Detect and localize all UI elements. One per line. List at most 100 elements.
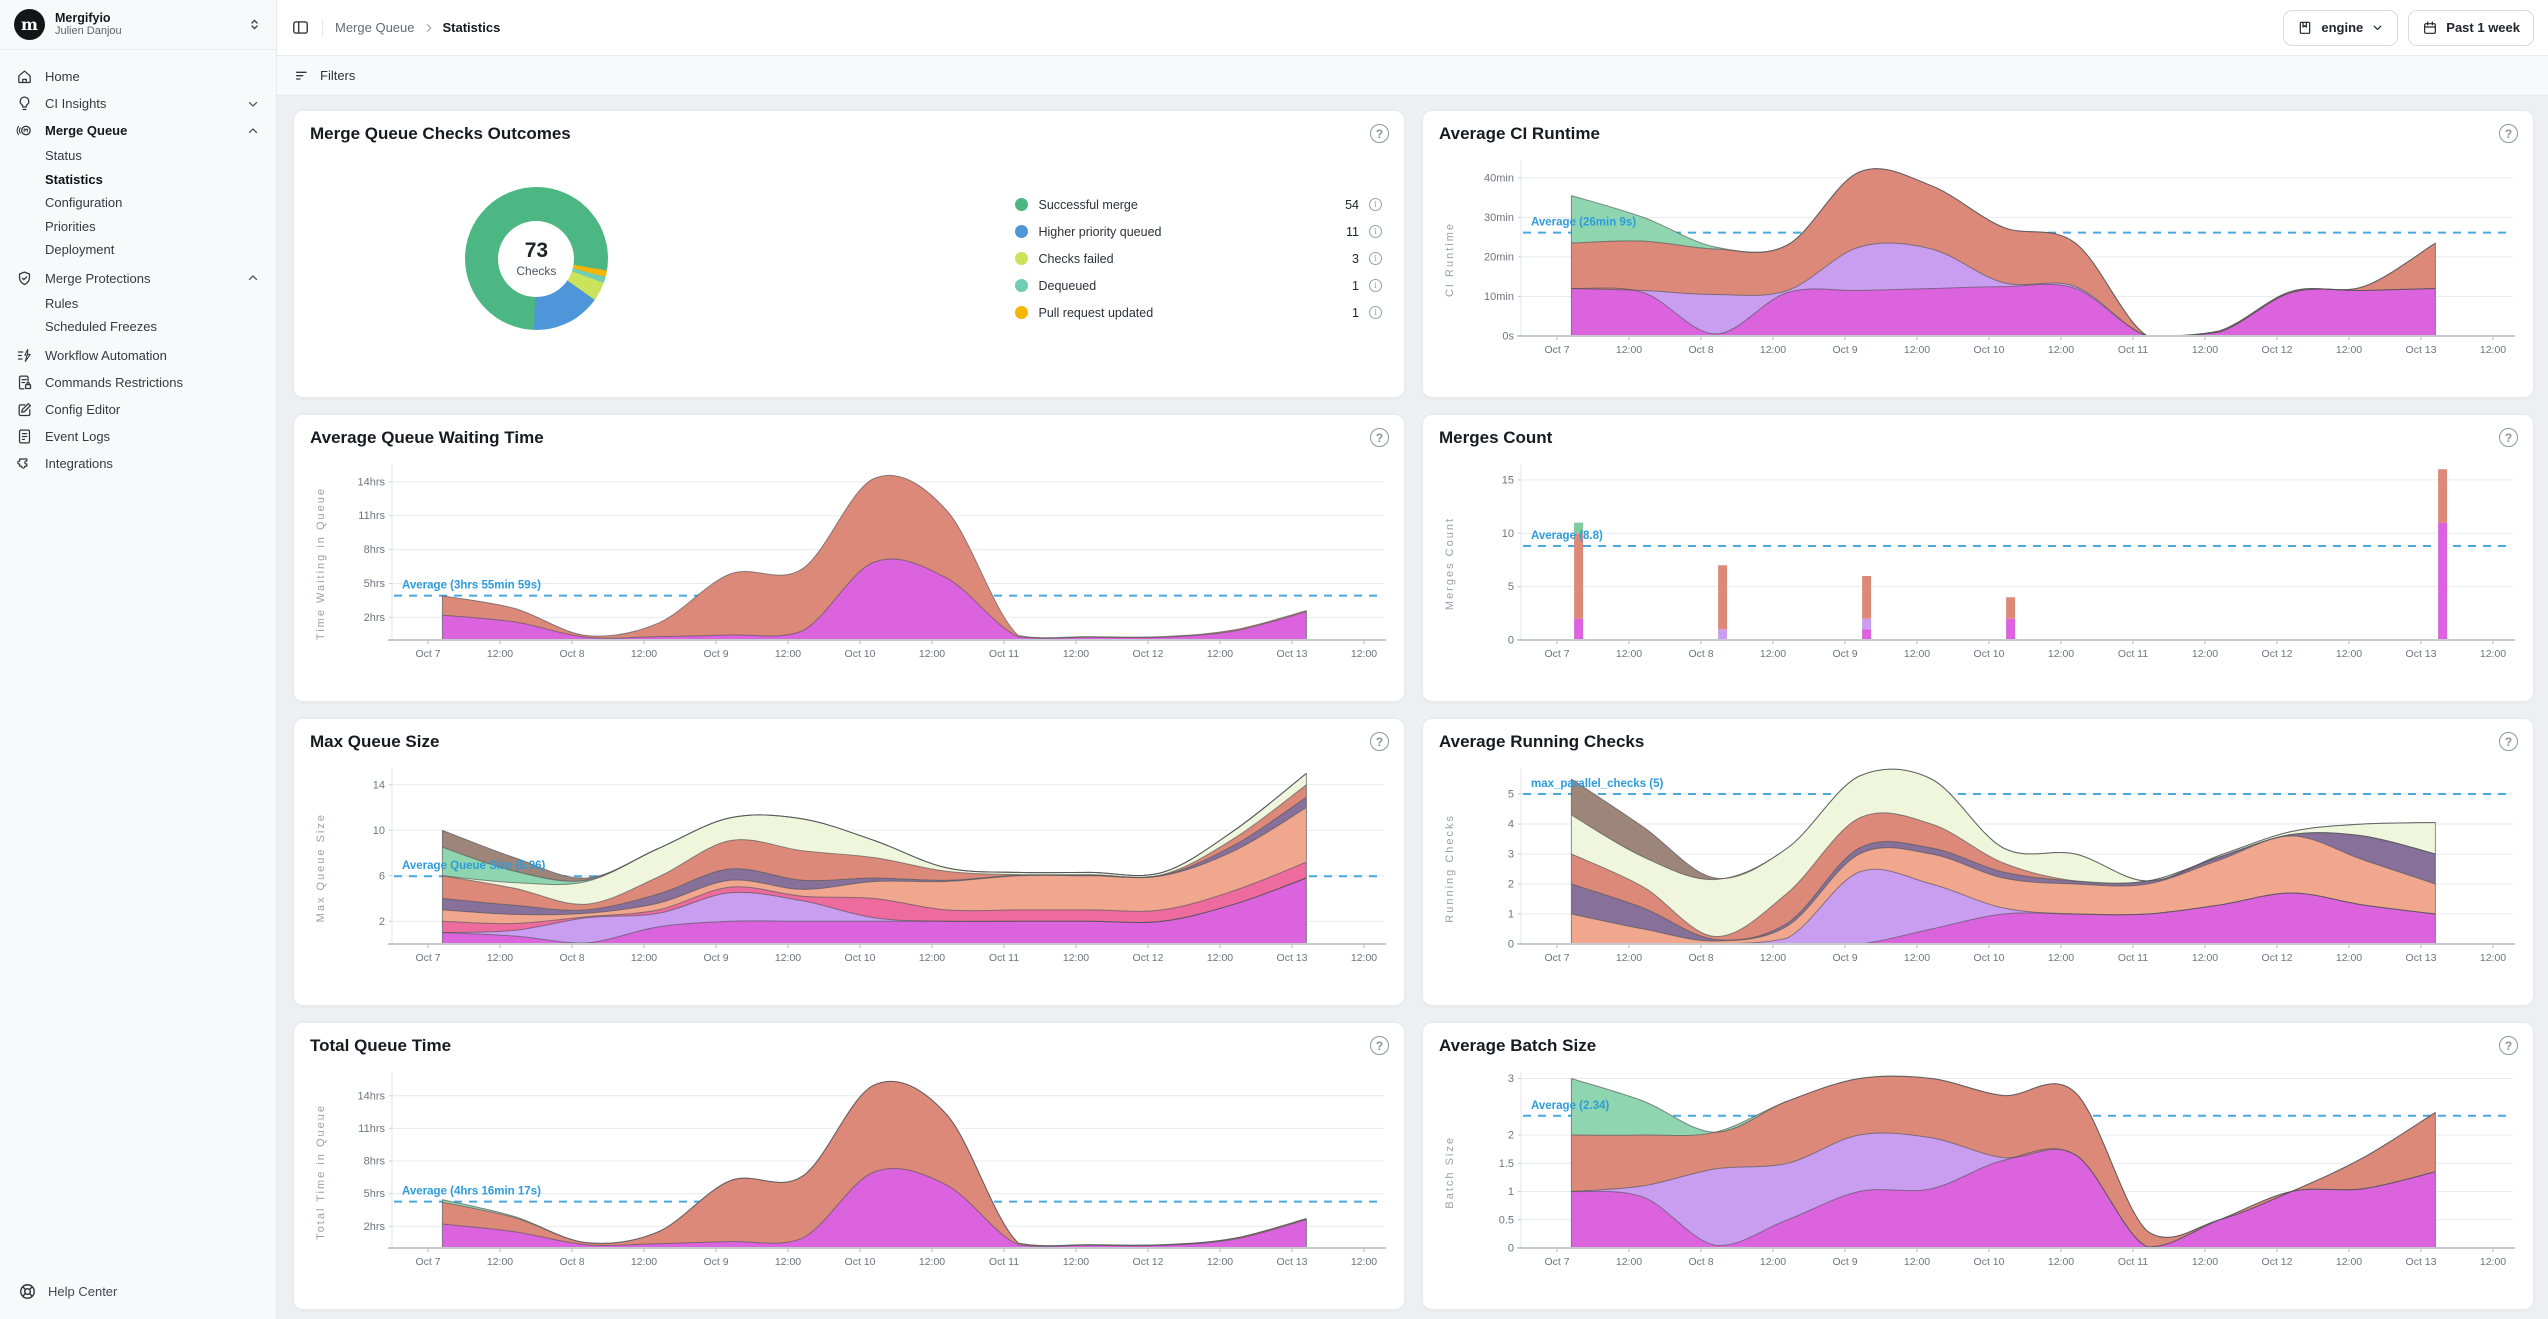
card-title: Average Running Checks [1439, 732, 2517, 752]
checks-outcomes-donut-chart[interactable]: 73 Checks [465, 187, 608, 330]
org-selector[interactable]: m Mergifyio Julien Danjou [0, 0, 276, 50]
y-tick-label: 10min [1484, 291, 1514, 303]
legend-label: Pull request updated [1038, 306, 1342, 320]
x-tick-label: 12:00 [2336, 344, 2362, 356]
breadcrumb-merge-queue[interactable]: Merge Queue [335, 20, 415, 35]
help-icon[interactable]: ? [1370, 124, 1389, 143]
x-tick-label: 12:00 [487, 1256, 513, 1268]
running-checks-chart[interactable]: 012345Oct 712:00Oct 812:00Oct 912:00Oct … [1461, 762, 2517, 974]
breadcrumb: Merge Queue Statistics [335, 20, 500, 35]
edit-pencil-icon [16, 401, 33, 418]
x-tick-label: 12:00 [1063, 648, 1089, 660]
help-icon[interactable]: ? [2499, 1036, 2518, 1055]
sidebar-item-event-logs[interactable]: Event Logs [0, 423, 276, 450]
ci-runtime-chart[interactable]: 0s10min20min30min40minOct 712:00Oct 812:… [1461, 154, 2517, 366]
sidebar-item-deployment[interactable]: Deployment [0, 238, 276, 262]
x-tick-label: 12:00 [2192, 952, 2218, 964]
x-tick-label: 12:00 [2336, 648, 2362, 660]
x-tick-label: 12:00 [919, 1256, 945, 1268]
help-center-link[interactable]: Help Center [0, 1264, 276, 1319]
info-icon[interactable]: i [1369, 306, 1382, 319]
card-running-checks: Average Running Checks ? Running Checks … [1422, 718, 2534, 1006]
x-tick-label: 12:00 [2192, 1256, 2218, 1268]
y-tick-label: 2 [1508, 879, 1514, 891]
sidebar-item-label: Merge Protections [45, 271, 151, 286]
x-tick-label: Oct 10 [1974, 1256, 2005, 1268]
help-icon[interactable]: ? [2499, 428, 2518, 447]
sidebar: m Mergifyio Julien Danjou Home CI Insigh… [0, 0, 277, 1319]
batch-size-chart[interactable]: 00.511.523Oct 712:00Oct 812:00Oct 912:00… [1461, 1066, 2517, 1278]
card-title: Merges Count [1439, 428, 2517, 448]
time-range-button[interactable]: Past 1 week [2408, 10, 2534, 46]
sidebar-item-statistics[interactable]: Statistics [0, 168, 276, 192]
x-tick-label: Oct 11 [2118, 1256, 2148, 1268]
sidebar-item-status[interactable]: Status [0, 144, 276, 168]
x-tick-label: 12:00 [2336, 952, 2362, 964]
legend-item-dequeued: Dequeued 1 i [1015, 272, 1382, 299]
max-queue-size-chart[interactable]: 261014Oct 712:00Oct 812:00Oct 912:00Oct … [332, 762, 1388, 974]
y-tick-label: 14 [373, 779, 385, 791]
legend-item-pull-request-updated: Pull request updated 1 i [1015, 299, 1382, 326]
sidebar-item-rules[interactable]: Rules [0, 292, 276, 316]
bar-segment [2006, 597, 2015, 618]
puzzle-icon [16, 455, 33, 472]
total-queue-time-chart[interactable]: 2hrs5hrs8hrs11hrs14hrsOct 712:00Oct 812:… [332, 1066, 1388, 1278]
sidebar-item-merge-queue[interactable]: Merge Queue [0, 117, 276, 144]
y-axis-label: Running Checks [1444, 814, 1456, 923]
x-tick-label: Oct 11 [2118, 344, 2148, 356]
x-tick-label: 12:00 [1904, 648, 1930, 660]
sidebar-item-ci-insights[interactable]: CI Insights [0, 90, 276, 117]
sidebar-item-configuration[interactable]: Configuration [0, 191, 276, 215]
average-line-label: Average (26min 9s) [1531, 217, 1636, 229]
x-tick-label: Oct 7 [1544, 648, 1569, 660]
info-icon[interactable]: i [1369, 279, 1382, 292]
y-tick-label: 2 [379, 916, 385, 928]
filters-button[interactable]: Filters [294, 68, 355, 84]
legend-label: Higher priority queued [1038, 225, 1336, 239]
y-tick-label: 0 [1508, 635, 1514, 647]
x-tick-label: Oct 10 [1974, 344, 2005, 356]
sidebar-item-config-editor[interactable]: Config Editor [0, 396, 276, 423]
merges-count-chart[interactable]: 051015Oct 712:00Oct 812:00Oct 912:00Oct … [1461, 458, 2517, 670]
bar-segment [1574, 533, 1583, 618]
x-tick-label: Oct 7 [1544, 1256, 1569, 1268]
x-tick-label: Oct 7 [415, 648, 440, 660]
help-icon[interactable]: ? [1370, 428, 1389, 447]
sidebar-item-home[interactable]: Home [0, 63, 276, 90]
info-icon[interactable]: i [1369, 252, 1382, 265]
x-tick-label: Oct 13 [2406, 952, 2437, 964]
y-tick-label: 30min [1484, 212, 1514, 224]
help-icon[interactable]: ? [2499, 732, 2518, 751]
x-tick-label: 12:00 [2192, 344, 2218, 356]
sidebar-item-label: Workflow Automation [45, 348, 167, 363]
sidebar-item-integrations[interactable]: Integrations [0, 450, 276, 477]
x-tick-label: 12:00 [1616, 1256, 1642, 1268]
info-icon[interactable]: i [1369, 198, 1382, 211]
queue-waiting-chart[interactable]: 2hrs5hrs8hrs11hrs14hrsOct 712:00Oct 812:… [332, 458, 1388, 670]
sidebar-item-commands-restrictions[interactable]: Commands Restrictions [0, 369, 276, 396]
legend-count: 54 [1345, 198, 1359, 212]
help-icon[interactable]: ? [1370, 732, 1389, 751]
x-tick-label: Oct 8 [559, 952, 584, 964]
top-bar: Merge Queue Statistics engine Past 1 wee… [277, 0, 2548, 56]
x-tick-label: 12:00 [1760, 952, 1786, 964]
x-tick-label: 12:00 [1207, 648, 1233, 660]
donut-total-label: Checks [516, 264, 556, 278]
info-icon[interactable]: i [1369, 225, 1382, 238]
sidebar-item-workflow-automation[interactable]: Workflow Automation [0, 342, 276, 369]
y-tick-label: 0.5 [1499, 1214, 1514, 1226]
legend-label: Checks failed [1038, 252, 1342, 266]
x-tick-label: 12:00 [919, 648, 945, 660]
x-tick-label: 12:00 [2048, 344, 2074, 356]
sidebar-item-scheduled-freezes[interactable]: Scheduled Freezes [0, 315, 276, 339]
y-tick-label: 1 [1508, 1186, 1514, 1198]
repository-select[interactable]: engine [2283, 10, 2398, 46]
sidebar-item-merge-protections[interactable]: Merge Protections [0, 265, 276, 292]
help-icon[interactable]: ? [1370, 1036, 1389, 1055]
sidebar-item-priorities[interactable]: Priorities [0, 215, 276, 239]
help-icon[interactable]: ? [2499, 124, 2518, 143]
y-axis-label: Total Time in Queue [315, 1104, 327, 1240]
x-tick-label: Oct 9 [1832, 952, 1857, 964]
sidebar-toggle-button[interactable] [291, 18, 310, 37]
workflow-bolt-icon [16, 347, 33, 364]
